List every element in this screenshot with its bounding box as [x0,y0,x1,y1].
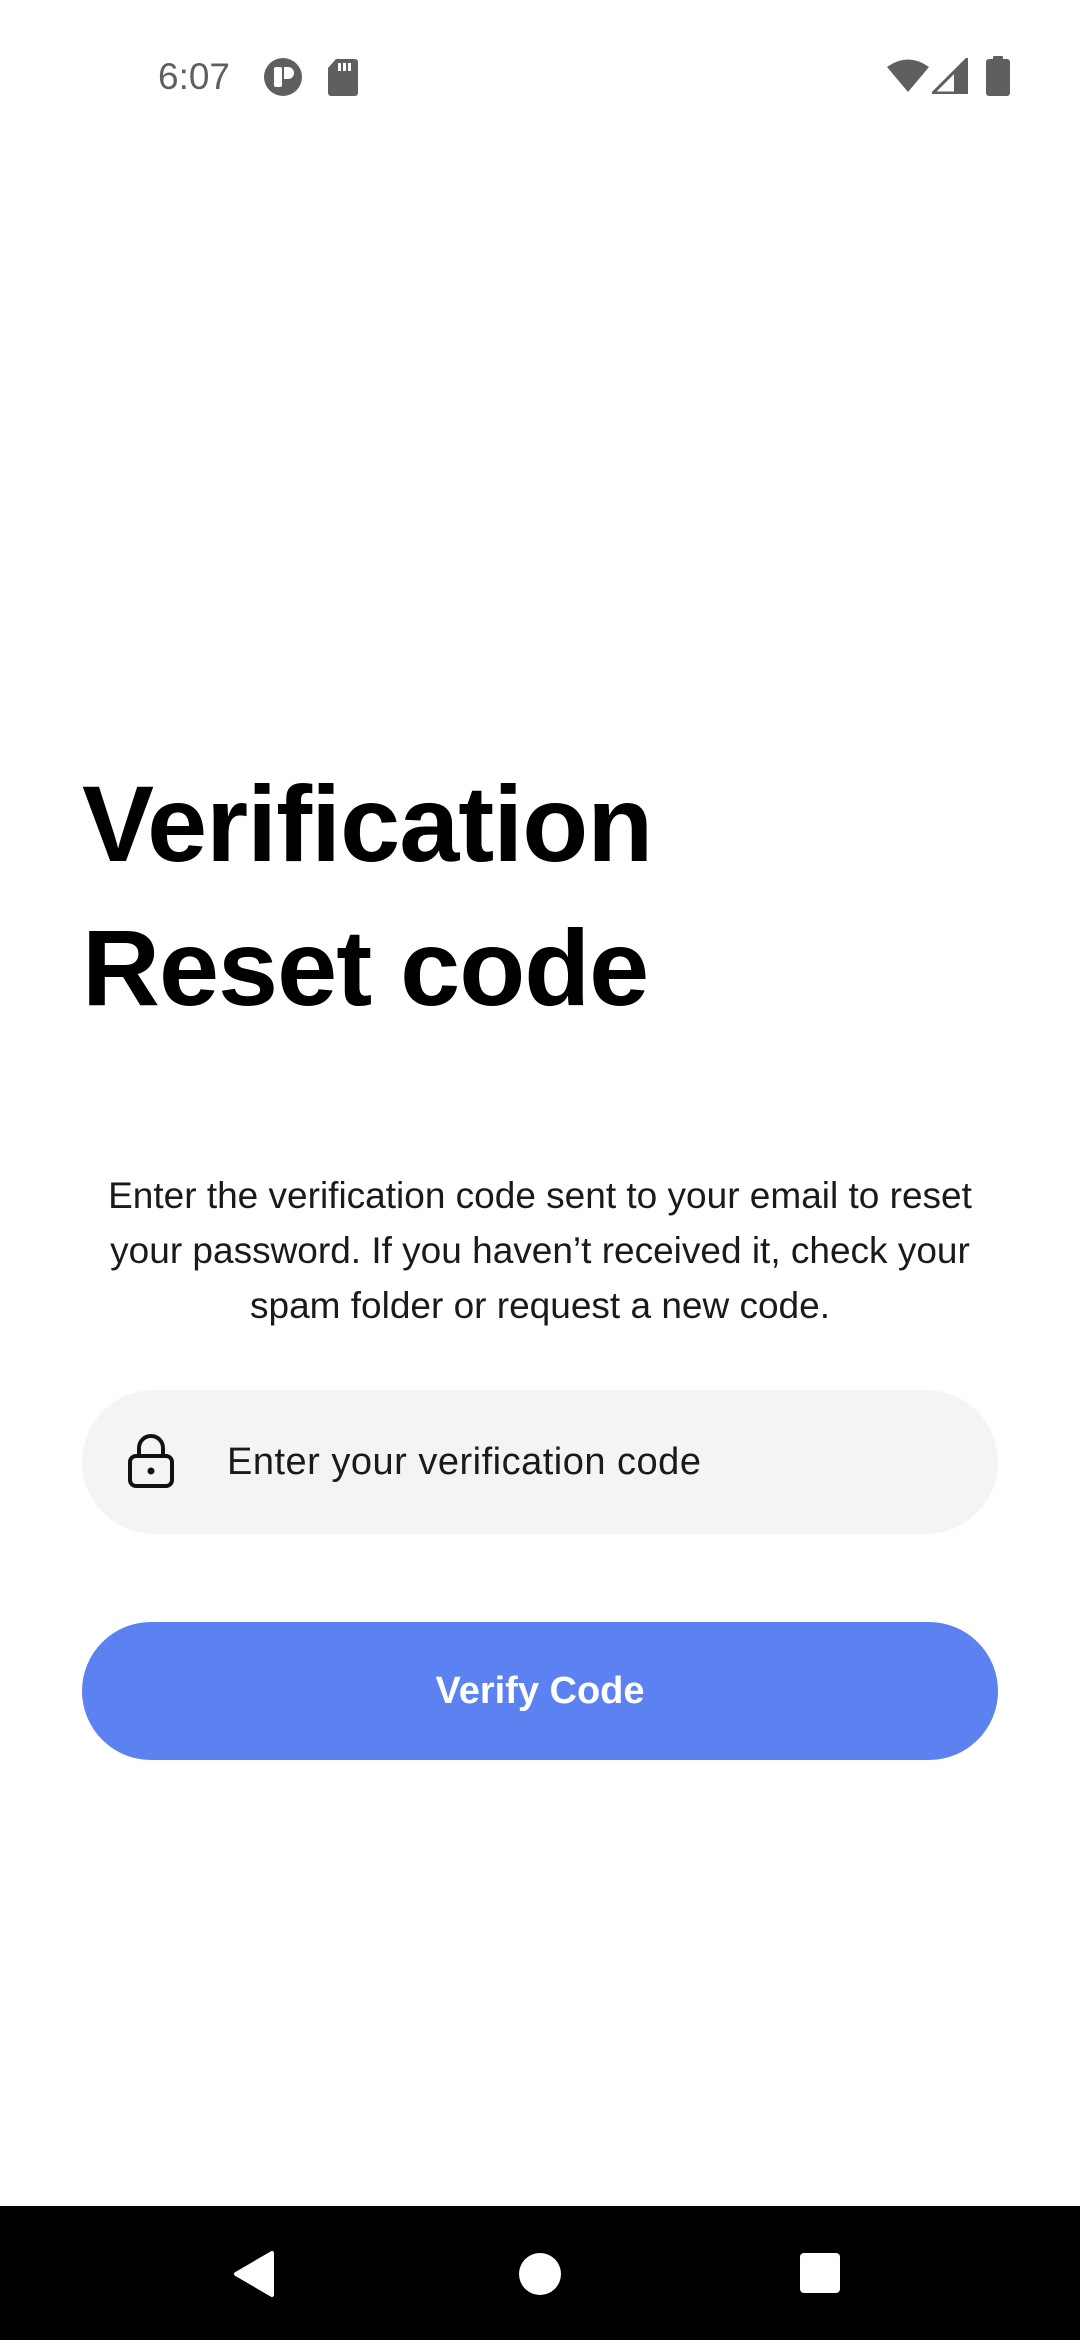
verification-code-input[interactable] [227,1390,947,1534]
system-navigation-bar [0,2206,1080,2340]
app-notification-icon [264,58,302,96]
sd-card-icon [328,59,358,96]
wifi-icon [887,59,929,92]
title-line-1: Verification [82,763,653,884]
lock-icon [128,1434,174,1488]
page-title: Verification Reset code [82,752,653,1040]
cell-signal-icon [932,58,968,94]
status-bar: 6:07 [0,0,1080,150]
verify-code-button[interactable]: Verify Code [82,1622,998,1760]
back-icon[interactable] [232,2250,276,2298]
title-line-2: Reset code [82,907,649,1028]
instructions-text: Enter the verification code sent to your… [108,1175,972,1326]
home-icon[interactable] [518,2252,562,2296]
status-time: 6:07 [158,56,231,97]
recents-icon[interactable] [799,2252,841,2294]
verification-code-field[interactable] [82,1390,998,1534]
battery-icon [986,56,1010,96]
